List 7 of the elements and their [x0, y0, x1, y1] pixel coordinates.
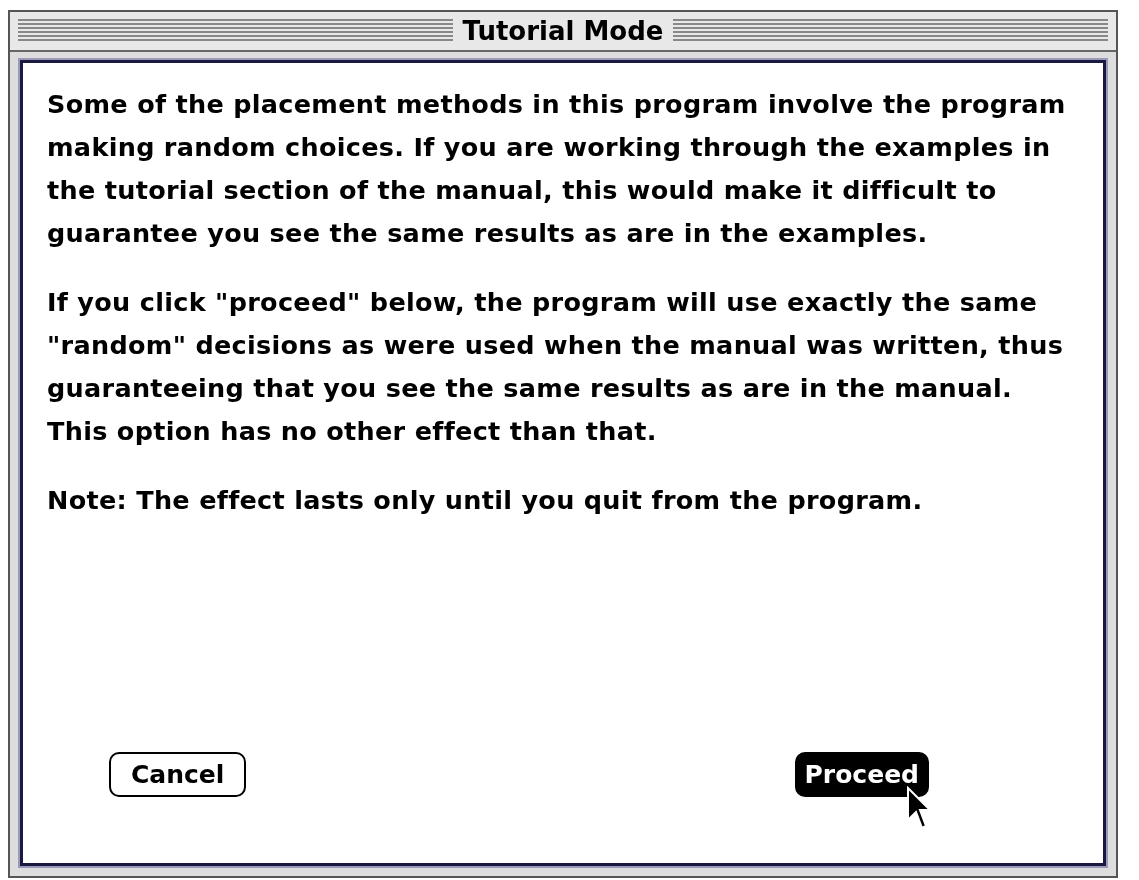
- title-bar[interactable]: Tutorial Mode: [10, 12, 1116, 52]
- cancel-button[interactable]: Cancel: [109, 752, 247, 797]
- message-text: If you click "proceed" below, the program will use exactly the same "random" decisions as were used when the manual was written, thus guaranteeing that you see the same results as are in the manual. This option has no other effect than that.: [47, 286, 1065, 448]
- window-title: Tutorial Mode: [462, 16, 664, 46]
- message-text: Some of the placement methods in this program involve the program making random choices. If you are working through the examples in the tutorial section of the manual, this would make it difficult to guarantee you see the same results as are in the examples.: [47, 88, 1067, 250]
- message-text: Note: The effect lasts only until you quit from the program.: [47, 484, 924, 517]
- proceed-button[interactable]: Proceed: [794, 752, 929, 797]
